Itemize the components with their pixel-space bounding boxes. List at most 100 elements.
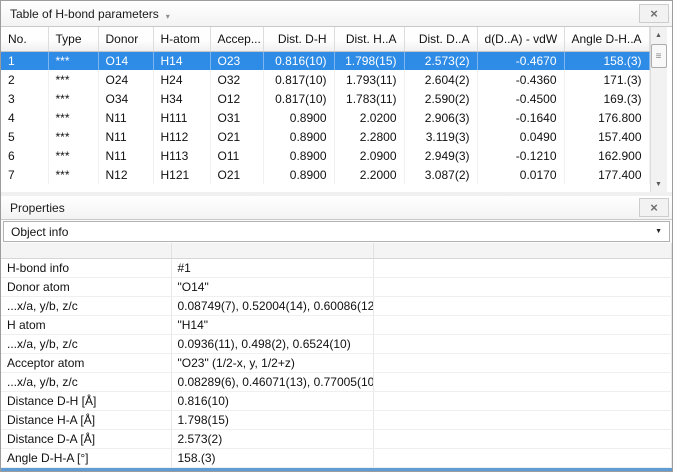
hbond-cell[interactable]: 1.783(11) (334, 89, 404, 108)
property-row[interactable]: Donor atom"O14" (1, 277, 672, 296)
hbond-cell[interactable]: H121 (153, 165, 210, 184)
hbond-cell[interactable]: -0.1210 (477, 146, 564, 165)
hbond-cell[interactable]: 0.8900 (263, 165, 334, 184)
property-row[interactable]: Distance D-A [Å]2.573(2) (1, 429, 672, 448)
hbond-cell[interactable]: N11 (98, 108, 153, 127)
property-row[interactable]: Acceptor atom"O23" (1/2-x, y, 1/2+z) (1, 353, 672, 372)
hbond-cell[interactable]: 176.800 (564, 108, 649, 127)
hbond-row[interactable]: 1***O14H14O230.816(10)1.798(15)2.573(2)-… (1, 51, 649, 70)
hbond-cell[interactable]: 2.0900 (334, 146, 404, 165)
hbond-cell[interactable]: 2.0200 (334, 108, 404, 127)
hbond-cell[interactable]: H111 (153, 108, 210, 127)
hbond-cell[interactable]: 5 (1, 127, 48, 146)
hbond-vertical-scrollbar[interactable]: ▲ ≡ ▼ (650, 27, 667, 192)
hbond-column-header[interactable]: Dist. D..A (404, 27, 477, 51)
hbond-row[interactable]: 7***N12H121O210.89002.20003.087(2)0.0170… (1, 165, 649, 184)
hbond-column-header[interactable]: Dist. D-H (263, 27, 334, 51)
hbond-cell[interactable]: 2.573(2) (404, 51, 477, 70)
hbond-cell[interactable]: 0.816(10) (263, 51, 334, 70)
hbond-column-header[interactable]: No. (1, 27, 48, 51)
object-info-combobox[interactable]: Object info ▼ (3, 221, 670, 242)
hbond-cell[interactable]: 0.0170 (477, 165, 564, 184)
hbond-cell[interactable]: 0.8900 (263, 146, 334, 165)
hbond-cell[interactable]: *** (48, 51, 98, 70)
property-value[interactable]: "H14" (171, 315, 373, 334)
hbond-panel-close-button[interactable]: × (639, 4, 669, 23)
property-row[interactable]: H-bond info#1 (1, 258, 672, 277)
hbond-cell[interactable]: 2.906(3) (404, 108, 477, 127)
hbond-cell[interactable]: H34 (153, 89, 210, 108)
hbond-cell[interactable]: O34 (98, 89, 153, 108)
hbond-cell[interactable]: 2.2000 (334, 165, 404, 184)
hbond-row[interactable]: 6***N11H113O110.89002.09002.949(3)-0.121… (1, 146, 649, 165)
properties-panel-close-button[interactable]: × (639, 198, 669, 217)
hbond-cell[interactable]: -0.4670 (477, 51, 564, 70)
hbond-cell[interactable]: O21 (210, 127, 263, 146)
property-row[interactable]: ...x/a, y/b, z/c0.08749(7), 0.52004(14),… (1, 296, 672, 315)
hbond-cell[interactable]: 1.793(11) (334, 70, 404, 89)
properties-panel-titlebar[interactable]: Properties × (1, 196, 672, 220)
hbond-column-header[interactable]: Donor (98, 27, 153, 51)
hbond-row[interactable]: 3***O34H34O120.817(10)1.783(11)2.590(2)-… (1, 89, 649, 108)
hbond-cell[interactable]: 3 (1, 89, 48, 108)
hbond-cell[interactable]: H113 (153, 146, 210, 165)
property-value[interactable]: "O14" (171, 277, 373, 296)
property-value[interactable]: 158.(3) (171, 448, 373, 467)
hbond-cell[interactable]: 0.0490 (477, 127, 564, 146)
hbond-column-header[interactable]: Dist. H..A (334, 27, 404, 51)
hbond-cell[interactable]: 2 (1, 70, 48, 89)
hbond-cell[interactable]: 0.817(10) (263, 70, 334, 89)
hbond-cell[interactable]: 1.798(15) (334, 51, 404, 70)
hbond-cell[interactable]: 171.(3) (564, 70, 649, 89)
hbond-cell[interactable]: 7 (1, 165, 48, 184)
hbond-cell[interactable]: O23 (210, 51, 263, 70)
hbond-row[interactable]: 2***O24H24O320.817(10)1.793(11)2.604(2)-… (1, 70, 649, 89)
property-value[interactable]: 2.573(2) (171, 429, 373, 448)
hbond-cell[interactable]: 1 (1, 51, 48, 70)
hbond-panel-titlebar[interactable]: Table of H-bond parameters ▾ × (1, 1, 672, 27)
hbond-cell[interactable]: 4 (1, 108, 48, 127)
hbond-column-header[interactable]: Type (48, 27, 98, 51)
panel-menu-dropdown-icon[interactable]: ▾ (166, 12, 170, 21)
hbond-cell[interactable]: O14 (98, 51, 153, 70)
property-value[interactable]: 0.08749(7), 0.52004(14), 0.60086(12) (171, 296, 373, 315)
hbond-cell[interactable]: 0.8900 (263, 127, 334, 146)
property-value[interactable]: 1.798(15) (171, 410, 373, 429)
hbond-cell[interactable]: -0.4500 (477, 89, 564, 108)
property-row[interactable]: Distance D-H [Å]0.816(10) (1, 391, 672, 410)
scrollbar-track[interactable] (651, 69, 667, 176)
hbond-cell[interactable]: *** (48, 165, 98, 184)
hbond-cell[interactable]: 2.590(2) (404, 89, 477, 108)
chevron-down-icon[interactable]: ▼ (655, 228, 662, 235)
hbond-cell[interactable]: H14 (153, 51, 210, 70)
hbond-cell[interactable]: -0.4360 (477, 70, 564, 89)
property-value[interactable]: 0.08289(6), 0.46071(13), 0.77005(10) (171, 372, 373, 391)
hbond-cell[interactable]: *** (48, 108, 98, 127)
hbond-row[interactable]: 5***N11H112O210.89002.28003.119(3)0.0490… (1, 127, 649, 146)
hbond-cell[interactable]: O12 (210, 89, 263, 108)
hbond-cell[interactable]: 3.119(3) (404, 127, 477, 146)
hbond-column-header[interactable]: Angle D-H..A (564, 27, 649, 51)
hbond-column-header[interactable]: Accep... (210, 27, 263, 51)
hbond-cell[interactable]: 158.(3) (564, 51, 649, 70)
hbond-cell[interactable]: 2.2800 (334, 127, 404, 146)
hbond-cell[interactable]: *** (48, 70, 98, 89)
hbond-cell[interactable]: -0.1640 (477, 108, 564, 127)
hbond-cell[interactable]: 177.400 (564, 165, 649, 184)
property-row[interactable]: ...x/a, y/b, z/c0.0936(11), 0.498(2), 0.… (1, 334, 672, 353)
property-value[interactable]: "O23" (1/2-x, y, 1/2+z) (171, 353, 373, 372)
property-row[interactable]: ...x/a, y/b, z/c0.08289(6), 0.46071(13),… (1, 372, 672, 391)
hbond-cell[interactable]: 157.400 (564, 127, 649, 146)
hbond-cell[interactable]: *** (48, 89, 98, 108)
hbond-cell[interactable]: O32 (210, 70, 263, 89)
hbond-cell[interactable]: 2.949(3) (404, 146, 477, 165)
hbond-cell[interactable]: O31 (210, 108, 263, 127)
hbond-cell[interactable]: H112 (153, 127, 210, 146)
property-value[interactable]: 0.0936(11), 0.498(2), 0.6524(10) (171, 334, 373, 353)
hbond-column-header[interactable]: d(D..A) - vdW (477, 27, 564, 51)
hbond-cell[interactable]: 6 (1, 146, 48, 165)
hbond-row[interactable]: 4***N11H111O310.89002.02002.906(3)-0.164… (1, 108, 649, 127)
property-row[interactable]: Distance H-A [Å]1.798(15) (1, 410, 672, 429)
hbond-cell[interactable]: O11 (210, 146, 263, 165)
property-row[interactable]: Angle D-H-A [°]158.(3) (1, 448, 672, 467)
